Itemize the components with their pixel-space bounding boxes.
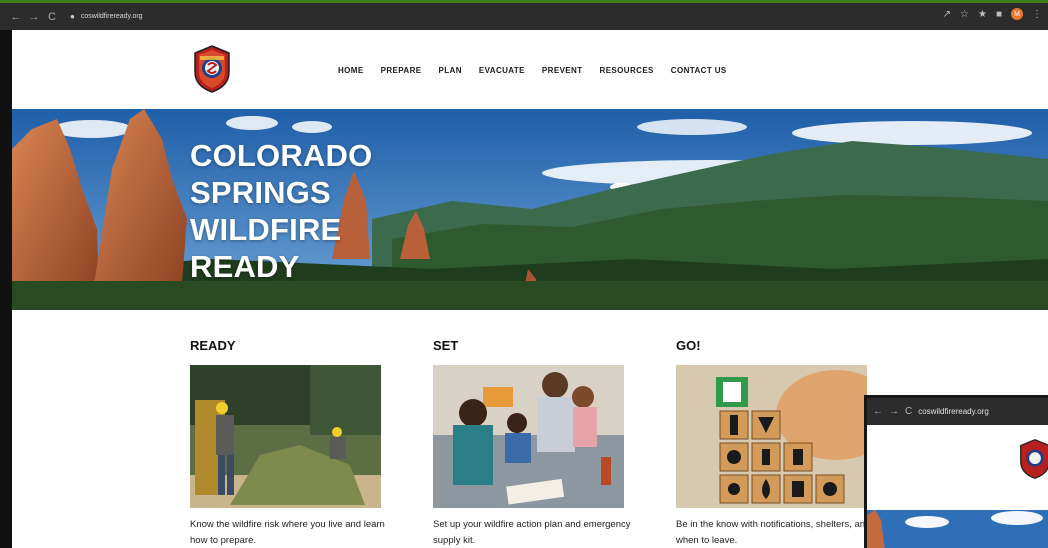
inset-reload-icon[interactable]: C bbox=[905, 406, 912, 417]
back-icon[interactable]: ← bbox=[8, 11, 24, 23]
hero-title-line: SPRINGS bbox=[190, 175, 331, 210]
card-description: Know the wildfire risk where you live an… bbox=[190, 519, 385, 546]
nav-plan[interactable]: PLAN bbox=[439, 66, 462, 75]
share-icon[interactable]: ↗ bbox=[943, 9, 951, 20]
profile-avatar[interactable]: M bbox=[1011, 8, 1023, 20]
card-photo-ready[interactable] bbox=[190, 365, 381, 508]
address-bar[interactable]: coswildfireready.org bbox=[81, 13, 143, 20]
forward-icon[interactable]: → bbox=[26, 11, 42, 23]
nav-prepare[interactable]: PREPARE bbox=[381, 66, 422, 75]
reload-icon[interactable]: C bbox=[44, 11, 60, 23]
lock-icon[interactable]: ● bbox=[70, 12, 75, 21]
menu-kebab-icon[interactable]: ⋮ bbox=[1032, 9, 1042, 20]
nav-evacuate[interactable]: EVACUATE bbox=[479, 66, 525, 75]
main-navigation: HOME PREPARE PLAN EVACUATE PREVENT RESOU… bbox=[338, 66, 727, 75]
bookmark-star-icon[interactable]: ☆ bbox=[960, 9, 969, 20]
hero-title-line: WILDFIRE bbox=[190, 212, 342, 247]
browser-toolbar: ← → C ● coswildfireready.org ↗ ☆ ★ ■ M ⋮ bbox=[0, 0, 1048, 30]
card-heading: SET bbox=[433, 338, 459, 353]
nav-prevent[interactable]: PREVENT bbox=[542, 66, 583, 75]
inset-forward-icon[interactable]: → bbox=[889, 406, 899, 417]
card-heading: READY bbox=[190, 338, 236, 353]
site-header: HOME PREPARE PLAN EVACUATE PREVENT RESOU… bbox=[12, 30, 1048, 110]
hero-title-line: READY bbox=[190, 249, 300, 284]
inset-address-bar[interactable]: coswildfireready.org bbox=[918, 407, 989, 416]
sidepanel-icon[interactable]: ■ bbox=[996, 9, 1002, 20]
inset-fire-department-logo bbox=[1020, 438, 1048, 479]
card-photo-set[interactable] bbox=[433, 365, 624, 508]
inset-browser-window[interactable]: ← → C coswildfireready.org bbox=[864, 395, 1048, 548]
card-heading: GO! bbox=[676, 338, 701, 353]
fire-department-logo[interactable] bbox=[192, 44, 232, 94]
screenshot: ← → C ● coswildfireready.org ↗ ☆ ★ ■ M ⋮ bbox=[0, 0, 1048, 548]
card-photo-go[interactable] bbox=[676, 365, 867, 508]
extensions-icon[interactable]: ★ bbox=[978, 9, 987, 20]
card-set[interactable]: SET Set up your wildfire action plan and… bbox=[433, 338, 631, 546]
card-description: Be in the know with notifications, shelt… bbox=[676, 519, 871, 546]
hero-banner: COLORADO SPRINGS WILDFIRE READY bbox=[12, 109, 1048, 310]
inset-back-icon[interactable]: ← bbox=[873, 406, 883, 417]
hero-title-line: COLORADO bbox=[190, 138, 373, 173]
mountain-landscape-image bbox=[12, 109, 1048, 310]
card-go[interactable]: GO! Be in the know with notifications, s… bbox=[676, 338, 870, 546]
nav-resources[interactable]: RESOURCES bbox=[600, 66, 654, 75]
inset-hero-image bbox=[867, 510, 1048, 548]
card-ready[interactable]: READY Know the wildfire risk where you l… bbox=[190, 338, 385, 546]
nav-home[interactable]: HOME bbox=[338, 66, 364, 75]
nav-contact-us[interactable]: CONTACT US bbox=[671, 66, 727, 75]
inset-toolbar: ← → C coswildfireready.org bbox=[867, 398, 1048, 425]
hero-title: COLORADO SPRINGS WILDFIRE READY bbox=[190, 137, 372, 285]
card-description: Set up your wildfire action plan and eme… bbox=[433, 519, 631, 546]
toolbar-actions: ↗ ☆ ★ ■ M ⋮ bbox=[943, 8, 1042, 20]
